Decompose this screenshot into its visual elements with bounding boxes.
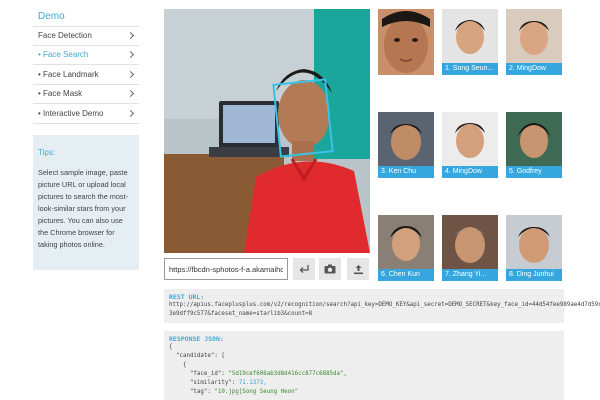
detected-face-box xyxy=(272,78,334,158)
sidebar-item-label: • Face Search xyxy=(38,50,89,60)
sidebar-title: Demo xyxy=(38,11,65,22)
chevron-right-icon xyxy=(126,109,135,117)
json-key: "similarity": xyxy=(169,380,239,386)
json-line: "candidate": [ xyxy=(169,353,225,359)
result-query-face[interactable] xyxy=(378,9,434,75)
return-icon xyxy=(299,264,309,273)
submit-url-button[interactable] xyxy=(293,258,315,280)
json-line: { xyxy=(169,362,187,368)
result-caption: 5. Godfrey xyxy=(506,166,562,178)
rest-url-label: REST URL: xyxy=(169,293,205,301)
result-caption: 8. Ding Junhui xyxy=(506,269,562,281)
result-2[interactable]: 2. MingDow xyxy=(506,9,562,75)
rest-url-line: http://apius.faceplusplus.com/v2/recogni… xyxy=(169,302,600,308)
sidebar-item-face-landmark[interactable]: • Face Landmark xyxy=(33,65,139,85)
result-8[interactable]: 8. Ding Junhui xyxy=(506,215,562,281)
result-caption: 6. Chen Kun xyxy=(378,269,434,281)
sidebar-item-interactive-demo[interactable]: • Interactive Demo xyxy=(33,104,139,124)
face-thumbnail xyxy=(378,9,434,75)
sidebar-item-face-detection[interactable]: Face Detection xyxy=(33,26,139,46)
camera-button[interactable] xyxy=(319,258,341,280)
tips-title: Tips: xyxy=(38,148,56,157)
chevron-right-icon xyxy=(126,32,135,40)
response-json-block: RESPONSE JSON: { "candidate": [ { "face_… xyxy=(164,331,564,400)
upload-icon xyxy=(353,264,363,274)
result-caption: 2. MingDow xyxy=(506,63,562,75)
json-value: "5d19cef606ab3d8d416cc877c6885da", xyxy=(228,371,348,377)
sidebar-item-face-search[interactable]: • Face Search xyxy=(33,46,139,65)
json-line: "face_id": "5d19cef606ab3d8d416cc877c688… xyxy=(169,370,559,379)
json-value: "10.jpg[Song Seung Heon" xyxy=(214,389,299,395)
sidebar-item-label: • Face Mask xyxy=(38,89,83,99)
rest-url-block: REST URL: http://apius.faceplusplus.com/… xyxy=(164,289,600,323)
upload-button[interactable] xyxy=(347,258,369,280)
result-caption: 3. Ken Chu xyxy=(378,166,434,178)
result-caption: 4. MingDow xyxy=(442,166,498,178)
result-caption: 7. Zhang Yi... xyxy=(442,269,498,281)
tips-text: Select sample image, paste picture URL o… xyxy=(38,168,129,249)
json-line: { xyxy=(169,344,173,350)
result-3[interactable]: 3. Ken Chu xyxy=(378,112,434,178)
sidebar-item-face-mask[interactable]: • Face Mask xyxy=(33,85,139,104)
chevron-right-icon xyxy=(126,90,135,98)
json-key: "face_id": xyxy=(169,371,229,377)
chevron-right-icon xyxy=(126,70,135,78)
result-4[interactable]: 4. MingDow xyxy=(442,112,498,178)
query-photo xyxy=(164,9,370,253)
result-7[interactable]: 7. Zhang Yi... xyxy=(442,215,498,281)
sidebar-nav: Face Detection • Face Search • Face Land… xyxy=(33,26,139,124)
response-json-label: RESPONSE JSON: xyxy=(169,335,224,343)
chevron-right-icon xyxy=(126,51,135,59)
json-value: 71.1373, xyxy=(238,380,267,386)
result-caption: 1. Song Seun... xyxy=(442,63,498,75)
result-6[interactable]: 6. Chen Kun xyxy=(378,215,434,281)
camera-icon xyxy=(324,264,336,274)
image-url-input[interactable] xyxy=(164,258,288,280)
json-key: "tag": xyxy=(169,389,215,395)
sidebar-item-label: • Interactive Demo xyxy=(38,108,104,118)
tips-panel: Tips: Select sample image, paste picture… xyxy=(33,135,139,270)
sidebar-item-label: • Face Landmark xyxy=(38,69,99,79)
sidebar-item-label: Face Detection xyxy=(38,31,92,41)
result-1[interactable]: 1. Song Seun... xyxy=(442,9,498,75)
json-line: "similarity": 71.1373, xyxy=(169,379,559,388)
json-line: "tag": "10.jpg[Song Seung Heon" xyxy=(169,388,559,397)
result-5[interactable]: 5. Godfrey xyxy=(506,112,562,178)
rest-url-line: 3e9dff9c577&faceset_name=starlib3&count=… xyxy=(169,311,313,317)
